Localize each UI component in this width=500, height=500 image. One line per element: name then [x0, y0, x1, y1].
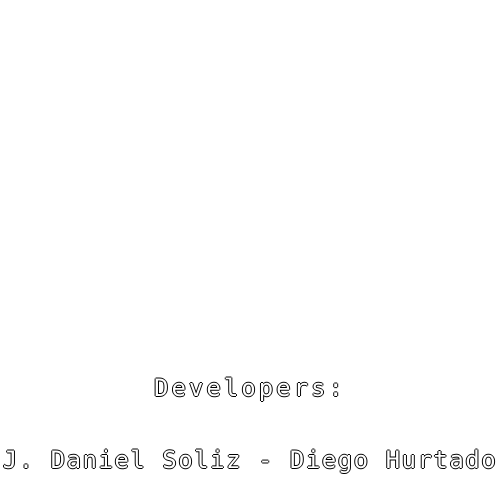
- credits-screen: Developers: J. Daniel Soliz - Diego Hurt…: [0, 0, 500, 500]
- credits-heading: Developers:: [154, 374, 346, 402]
- credits-developer-names: J. Daniel Soliz - Diego Hurtado: [2, 446, 498, 474]
